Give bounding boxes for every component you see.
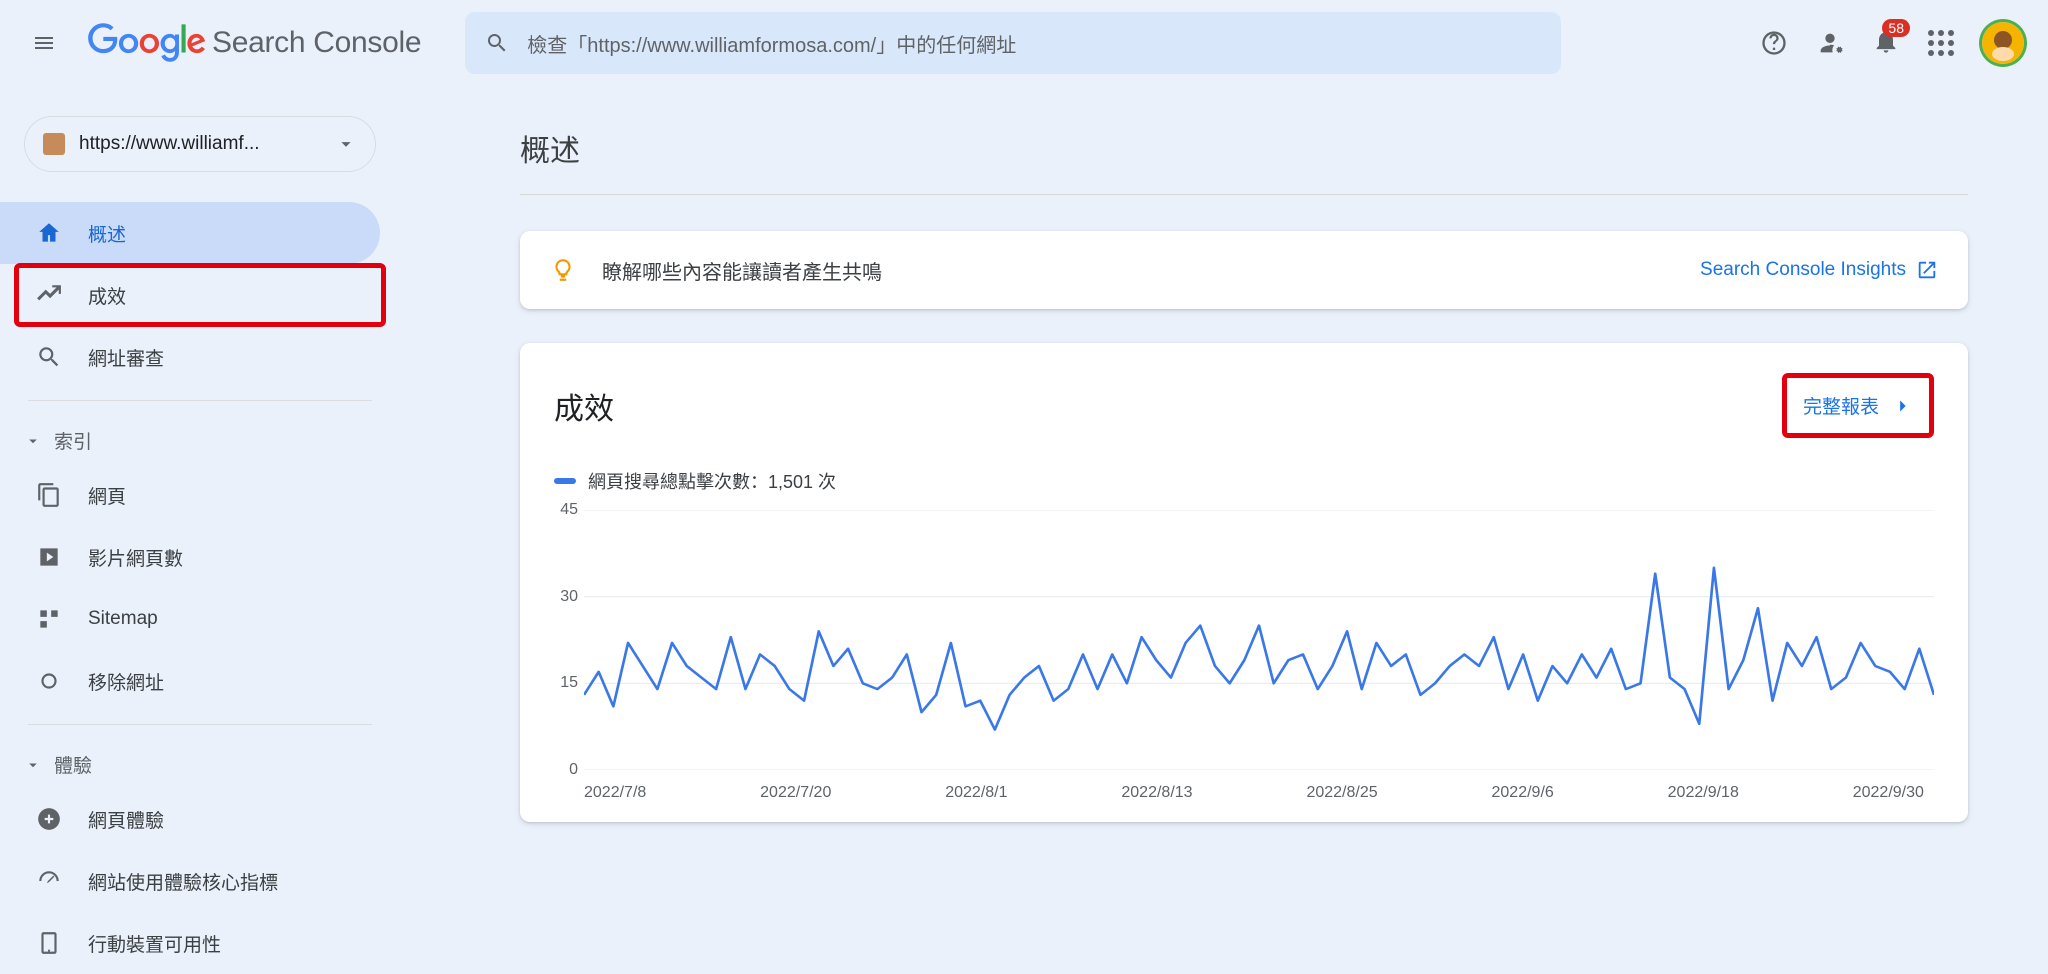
lightbulb-icon <box>550 257 576 283</box>
full-report-label: 完整報表 <box>1803 392 1879 419</box>
page-title: 概述 <box>520 86 1968 194</box>
open-external-icon <box>1916 259 1938 281</box>
sidebar-section-experience[interactable]: 體驗 <box>0 737 400 788</box>
url-inspect-searchbar[interactable]: 檢查「https://www.williamformosa.com/」中的任何網… <box>465 12 1561 74</box>
logo-text: Search Console <box>212 26 421 60</box>
x-tick: 2022/8/1 <box>945 784 1007 802</box>
section-label: 索引 <box>54 427 92 454</box>
chart-x-ticks: 2022/7/8 2022/7/20 2022/8/1 2022/8/13 2022/8… <box>584 784 1934 802</box>
performance-chart: 0153045 <box>584 510 1934 770</box>
chevron-down-icon <box>335 133 357 155</box>
video-icon <box>36 544 62 570</box>
trend-icon <box>36 282 62 308</box>
x-tick: 2022/7/8 <box>584 784 646 802</box>
search-icon <box>36 344 62 370</box>
full-report-button[interactable]: 完整報表 <box>1782 373 1934 438</box>
legend-label: 網頁搜尋總點擊次數：1,501 次 <box>588 468 836 494</box>
section-label: 體驗 <box>54 751 92 778</box>
property-label: https://www.williamf... <box>79 133 321 155</box>
header: Search Console 檢查「https://www.williamfor… <box>0 0 2048 86</box>
sidebar-item-label: 行動裝置可用性 <box>88 930 221 957</box>
chevron-down-icon <box>24 756 42 774</box>
x-tick: 2022/8/13 <box>1121 784 1192 802</box>
x-tick: 2022/8/25 <box>1306 784 1377 802</box>
property-favicon <box>43 133 65 155</box>
y-tick: 15 <box>560 674 578 692</box>
sidebar-item-label: 移除網址 <box>88 668 164 695</box>
y-tick: 30 <box>560 588 578 606</box>
notifications-button[interactable]: 58 <box>1872 27 1900 60</box>
property-selector[interactable]: https://www.williamf... <box>24 116 376 172</box>
sidebar-item-cwv[interactable]: 網站使用體驗核心指標 <box>0 850 380 912</box>
x-tick: 2022/9/6 <box>1492 784 1554 802</box>
sidebar-item-label: 網址審查 <box>88 344 164 371</box>
sidebar-item-mobile[interactable]: 行動裝置可用性 <box>0 912 380 974</box>
people-settings-icon[interactable] <box>1816 29 1844 57</box>
sitemap-icon <box>36 606 62 632</box>
sidebar-item-trend[interactable]: 成效 <box>0 264 380 326</box>
search-placeholder: 檢查「https://www.williamformosa.com/」中的任何網… <box>527 29 1016 58</box>
pageexp-icon <box>36 806 62 832</box>
main-content: 概述 瞭解哪些內容能讓讀者產生共鳴 Search Console Insight… <box>400 86 2048 958</box>
legend-swatch <box>554 478 576 484</box>
x-tick: 2022/9/30 <box>1853 784 1924 802</box>
sidebar-item-label: 網站使用體驗核心指標 <box>88 868 278 895</box>
menu-icon[interactable] <box>24 23 64 63</box>
help-icon[interactable] <box>1760 29 1788 57</box>
avatar[interactable] <box>1982 22 2024 64</box>
x-tick: 2022/9/18 <box>1668 784 1739 802</box>
sidebar-item-label: 網頁體驗 <box>88 806 164 833</box>
insights-link-label: Search Console Insights <box>1700 259 1906 281</box>
sidebar-item-video[interactable]: 影片網頁數 <box>0 526 380 588</box>
cwv-icon <box>36 868 62 894</box>
insights-card: 瞭解哪些內容能讓讀者產生共鳴 Search Console Insights <box>520 231 1968 309</box>
sidebar: https://www.williamf... 概述成效網址審查 索引 網頁影片… <box>0 86 400 958</box>
google-logo-icon <box>88 23 206 63</box>
divider <box>520 194 1968 195</box>
y-tick: 45 <box>560 501 578 519</box>
mobile-icon <box>36 930 62 956</box>
sidebar-item-label: 成效 <box>88 282 126 309</box>
insights-link[interactable]: Search Console Insights <box>1700 259 1938 281</box>
pages-icon <box>36 482 62 508</box>
sidebar-item-label: Sitemap <box>88 608 158 630</box>
sidebar-item-label: 影片網頁數 <box>88 544 183 571</box>
chart-legend: 網頁搜尋總點擊次數：1,501 次 <box>554 468 1934 494</box>
sidebar-item-pages[interactable]: 網頁 <box>0 464 380 526</box>
sidebar-item-label: 網頁 <box>88 482 126 509</box>
insights-text: 瞭解哪些內容能讓讀者產生共鳴 <box>602 256 882 285</box>
sidebar-item-sitemap[interactable]: Sitemap <box>0 588 380 650</box>
remove-icon <box>36 668 62 694</box>
logo[interactable]: Search Console <box>88 23 421 63</box>
apps-icon[interactable] <box>1928 30 1954 56</box>
sidebar-section-index[interactable]: 索引 <box>0 413 400 464</box>
chevron-down-icon <box>24 432 42 450</box>
x-tick: 2022/7/20 <box>760 784 831 802</box>
performance-card: 成效 完整報表 網頁搜尋總點擊次數：1,501 次 0153045 2022/7… <box>520 343 1968 822</box>
sidebar-item-remove[interactable]: 移除網址 <box>0 650 380 712</box>
performance-title: 成效 <box>554 384 614 428</box>
sidebar-item-search[interactable]: 網址審查 <box>0 326 380 388</box>
sidebar-item-home[interactable]: 概述 <box>0 202 380 264</box>
header-icons: 58 <box>1760 22 2024 64</box>
chevron-right-icon <box>1891 395 1913 417</box>
y-tick: 0 <box>569 761 578 779</box>
search-icon <box>485 31 509 55</box>
sidebar-item-label: 概述 <box>88 220 126 247</box>
notifications-badge: 58 <box>1882 19 1910 37</box>
home-icon <box>36 220 62 246</box>
sidebar-item-pageexp[interactable]: 網頁體驗 <box>0 788 380 850</box>
